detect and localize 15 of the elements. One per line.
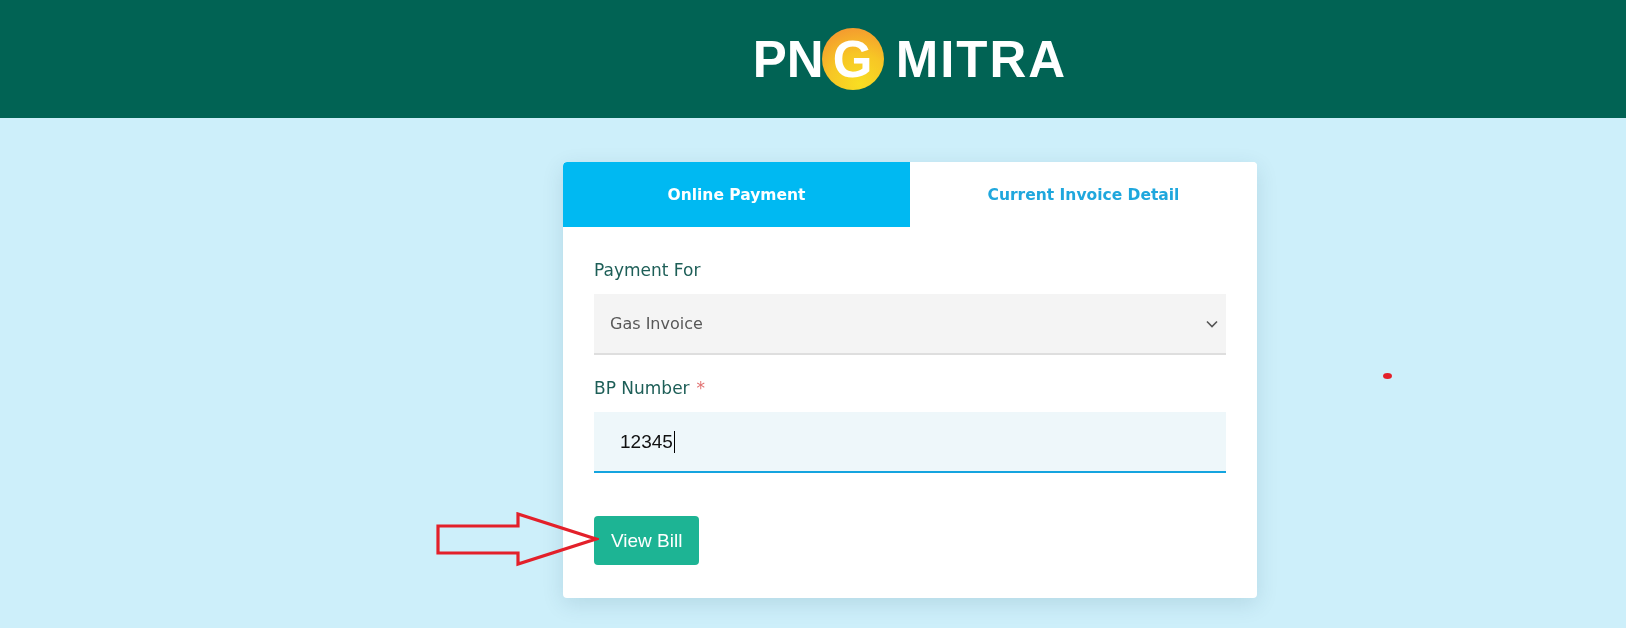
logo-badge: G: [821, 28, 884, 90]
field-label: BP Number: [594, 377, 690, 400]
tab[interactable]: Online Payment: [563, 162, 910, 227]
text-cursor-icon: [673, 430, 675, 453]
arrow-icon: [436, 512, 599, 567]
chevron-down-icon: [1206, 319, 1218, 328]
bp-number-input[interactable]: 12345: [594, 412, 1226, 473]
field-label: Payment For: [594, 259, 701, 282]
required-mark: *: [696, 377, 706, 400]
dot-icon: [1383, 373, 1392, 379]
tab[interactable]: Current Invoice Detail: [910, 162, 1257, 227]
logo-text: MITRA: [895, 33, 1068, 85]
payment-for-select[interactable]: Gas Invoice: [594, 294, 1226, 355]
logo-text: PN: [752, 33, 824, 85]
view-bill-button[interactable]: View Bill: [594, 516, 700, 565]
